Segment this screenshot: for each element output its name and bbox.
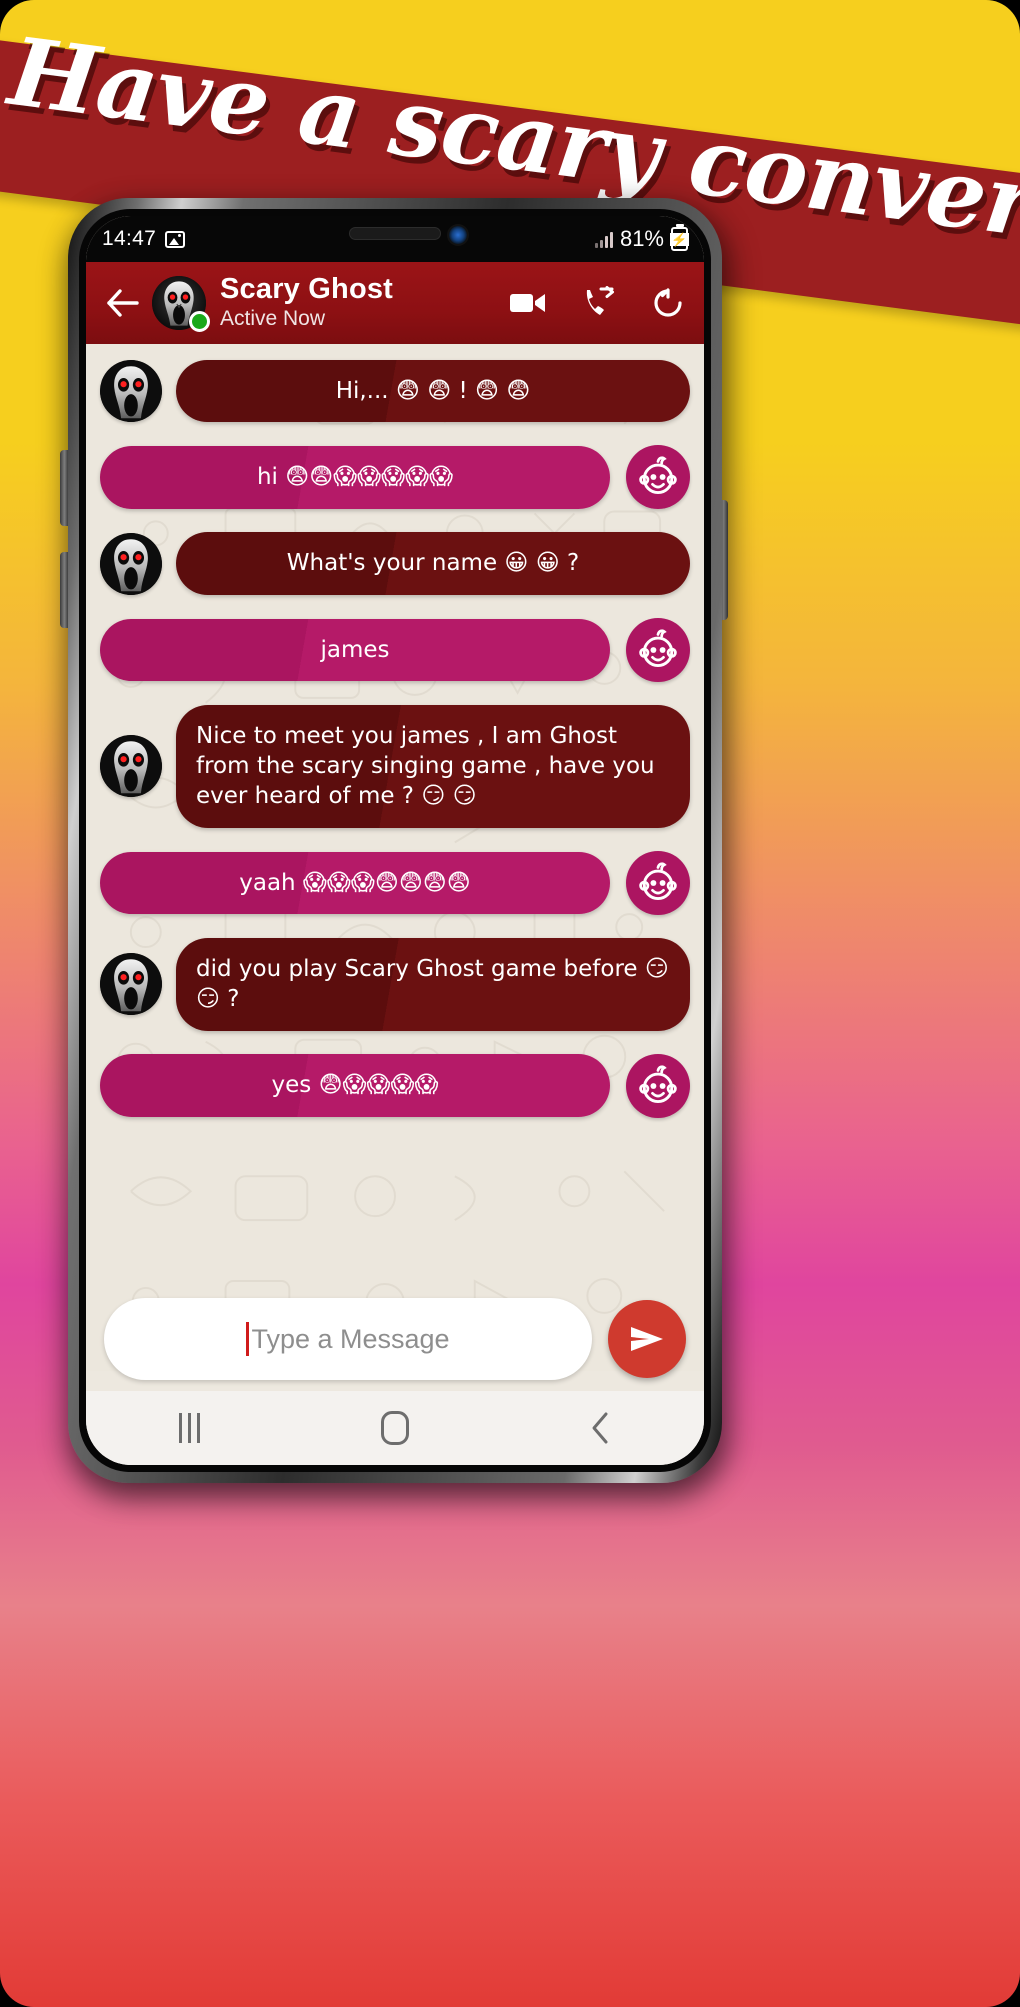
battery-percent-label: 81% (619, 226, 664, 251)
message-input-placeholder: Type a Message (251, 1323, 450, 1354)
baby-avatar (626, 850, 690, 915)
phone-bezel: 14:47 81% ⚡ Scary Ghost Active Now Hi,..… (79, 209, 711, 1472)
status-bar-left: 14:47 (102, 227, 186, 251)
message-bubble[interactable]: did you play Scary Ghost game before 😏 😏… (176, 937, 690, 1031)
message-bubble[interactable]: hi 😨😨😱😱😱😱😱 (100, 446, 610, 509)
video-camera-icon[interactable] (508, 283, 548, 323)
message-bubble[interactable]: yaah 😱😱😱😨😨😨😨 (100, 851, 610, 914)
android-nav-bar (86, 1391, 704, 1465)
refresh-icon[interactable] (648, 283, 688, 323)
chat-area[interactable]: Hi,... 😨 😨 ! 😨 😨 hi 😨😨😱😱😱😱😱 What's your … (86, 344, 704, 1371)
message-row: hi 😨😨😱😱😱😱😱 (86, 445, 704, 510)
baby-avatar (626, 1053, 690, 1118)
send-icon (631, 1327, 663, 1351)
baby-avatar (626, 445, 690, 510)
message-row: yaah 😱😱😱😨😨😨😨 (86, 850, 704, 915)
status-badge: Active Now (220, 307, 326, 331)
recents-icon (178, 1413, 200, 1443)
avatar[interactable] (152, 276, 210, 332)
status-bar: 14:47 81% ⚡ (86, 216, 704, 262)
back-icon (592, 1412, 608, 1444)
back-button[interactable] (100, 280, 146, 326)
message-bubble[interactable]: Nice to meet you james , I am Ghost from… (176, 704, 690, 828)
ghost-avatar (100, 735, 162, 798)
header-text-block: Scary Ghost Active Now (220, 272, 500, 333)
recents-button[interactable] (139, 1398, 239, 1458)
send-button[interactable] (608, 1300, 686, 1378)
signal-bars-icon (594, 230, 613, 248)
baby-avatar (626, 617, 690, 682)
home-icon (381, 1411, 409, 1445)
online-status-dot (189, 311, 210, 332)
phone-frame: 14:47 81% ⚡ Scary Ghost Active Now Hi,..… (68, 198, 722, 1483)
ghost-avatar (100, 953, 162, 1016)
call-forward-icon[interactable] (578, 283, 618, 323)
status-bar-right: 81% ⚡ (594, 226, 689, 252)
message-bubble[interactable]: Hi,... 😨 😨 ! 😨 😨 (176, 360, 690, 423)
message-list: Hi,... 😨 😨 ! 😨 😨 hi 😨😨😱😱😱😱😱 What's your … (86, 360, 704, 1118)
page-title: Scary Ghost (220, 272, 394, 305)
earpiece-speaker (349, 227, 441, 240)
home-button[interactable] (345, 1398, 445, 1458)
message-row: Nice to meet you james , I am Ghost from… (86, 704, 704, 828)
phone-screen: 14:47 81% ⚡ Scary Ghost Active Now Hi,..… (86, 216, 704, 1465)
front-camera-icon (449, 226, 467, 244)
message-row: Hi,... 😨 😨 ! 😨 😨 (86, 360, 704, 423)
ghost-avatar (100, 532, 162, 595)
message-composer: Type a Message (86, 1287, 704, 1391)
message-bubble[interactable]: james (100, 618, 610, 681)
nav-back-button[interactable] (551, 1398, 651, 1458)
message-row: did you play Scary Ghost game before 😏 😏… (86, 937, 704, 1031)
message-bubble[interactable]: What's your name 😀 😀 ? (176, 532, 690, 595)
status-clock: 14:47 (102, 227, 157, 250)
image-icon (165, 230, 186, 248)
app-header: Scary Ghost Active Now (86, 262, 704, 344)
message-input[interactable]: Type a Message (104, 1298, 592, 1380)
battery-charging-icon: ⚡ (670, 227, 689, 251)
text-caret (246, 1322, 250, 1356)
message-row: What's your name 😀 😀 ? (86, 532, 704, 595)
message-row: yes 😨😱😱😱😱 (86, 1053, 704, 1118)
ghost-avatar (100, 360, 162, 423)
message-bubble[interactable]: yes 😨😱😱😱😱 (100, 1054, 610, 1117)
header-actions (508, 283, 688, 323)
message-row: james (86, 617, 704, 682)
